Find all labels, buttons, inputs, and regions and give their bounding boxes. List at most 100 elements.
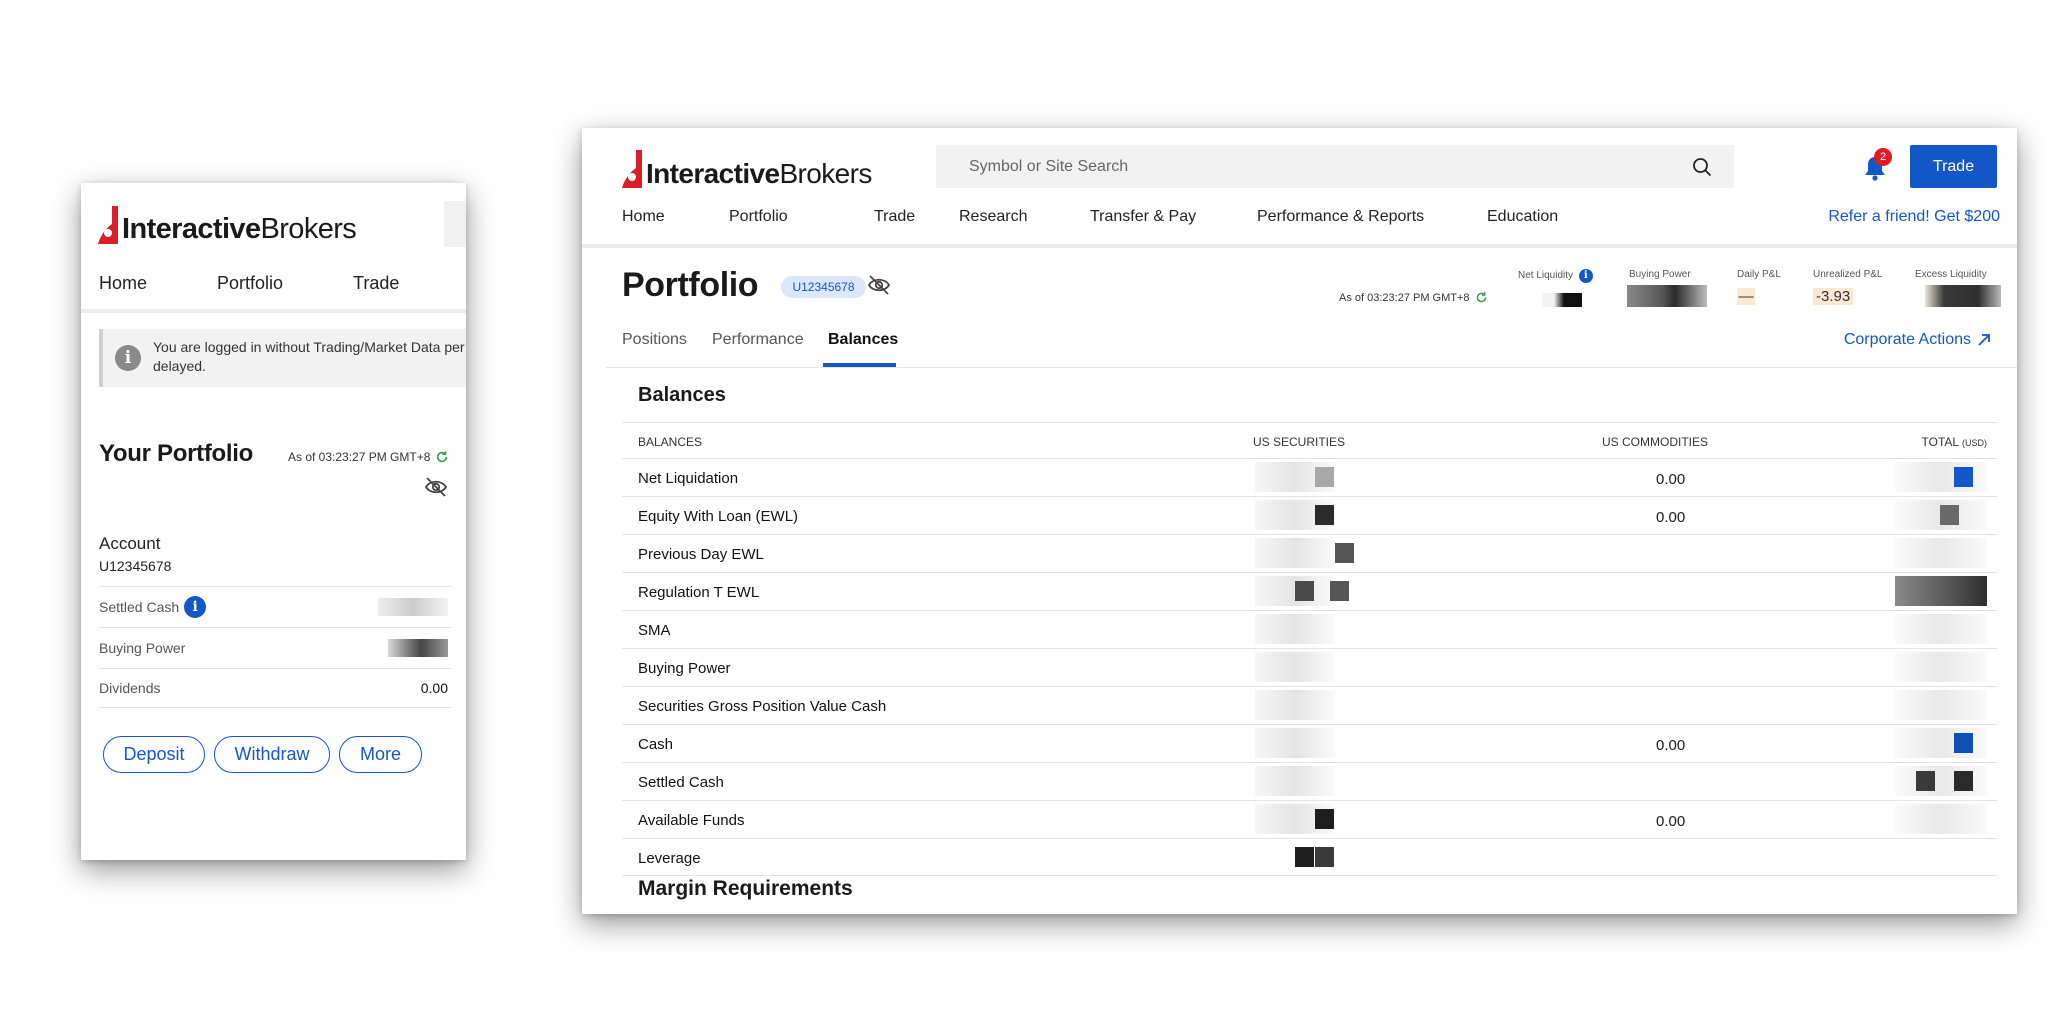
trade-button[interactable]: Trade	[1910, 145, 1997, 188]
account-selector[interactable]: U12345678	[781, 276, 866, 298]
hide-values-icon[interactable]	[424, 476, 448, 498]
hide-values-icon[interactable]	[867, 274, 891, 296]
dividends-row: Dividends 0.00	[99, 668, 451, 708]
unrealized-pnl-metric: Unrealized P&L	[1813, 269, 1883, 280]
redacted-value	[1255, 728, 1335, 758]
redacted-block	[1916, 771, 1935, 791]
page-title: Your Portfolio	[99, 440, 254, 467]
info-icon[interactable]: i	[184, 595, 207, 618]
nav-portfolio[interactable]: Portfolio	[217, 273, 353, 294]
nav-portfolio[interactable]: Portfolio	[729, 208, 874, 226]
row-label: Buying Power	[638, 660, 731, 677]
daily-pnl-value: —	[1737, 288, 1755, 305]
info-icon[interactable]: i	[1578, 269, 1593, 283]
redacted-value	[388, 638, 448, 657]
redacted-block	[1940, 505, 1959, 525]
account-label: Account	[99, 534, 161, 553]
redacted-value	[1255, 652, 1335, 682]
daily-pnl-metric: Daily P&L	[1737, 269, 1781, 280]
row-label: Regulation T EWL	[638, 584, 760, 601]
row-label: Available Funds	[638, 812, 745, 829]
corporate-actions-link[interactable]: Corporate Actions	[1844, 331, 1991, 349]
nav-home[interactable]: Home	[99, 273, 217, 294]
external-arrow-icon	[1978, 334, 1990, 346]
margin-requirements-title: Margin Requirements	[638, 877, 853, 900]
redacted-block	[1315, 467, 1334, 487]
search-placeholder: Symbol or Site Search	[969, 157, 1129, 175]
row-label: Net Liquidation	[638, 470, 739, 487]
net-liquidity-metric: Net Liquidity i	[1518, 269, 1593, 283]
tab-positions[interactable]: Positions	[622, 331, 712, 349]
site-search-input[interactable]: Symbol or Site Search	[936, 145, 1734, 188]
nav-education[interactable]: Education	[1487, 208, 1558, 226]
redacted-value	[1895, 728, 1987, 758]
search-input-stub[interactable]	[444, 201, 466, 247]
redacted-value	[1627, 285, 1707, 307]
tab-balances[interactable]: Balances	[828, 331, 898, 349]
commodities-value: 0.00	[1656, 737, 1686, 754]
redacted-block	[1315, 847, 1334, 867]
buying-power-metric: Buying Power	[1629, 269, 1691, 280]
redacted-value	[1255, 614, 1335, 644]
redacted-block	[1295, 847, 1314, 867]
row-label: Leverage	[638, 850, 701, 867]
withdraw-button[interactable]: Withdraw	[214, 736, 330, 773]
redacted-value	[1895, 462, 1987, 492]
nav-trade[interactable]: Trade	[353, 273, 399, 294]
table-row: Buying Power	[622, 648, 1997, 686]
brand-logo[interactable]: InteractiveBrokers	[622, 150, 872, 188]
table-row: Leverage	[622, 838, 1997, 876]
redacted-value	[1895, 652, 1987, 682]
commodities-value: 0.00	[1656, 509, 1686, 526]
table-row: Cash 0.00	[622, 724, 1997, 762]
redacted-value	[1895, 614, 1987, 644]
redacted-value	[1895, 576, 1987, 606]
info-icon: i	[115, 345, 141, 371]
mobile-portfolio-panel: InteractiveBrokers Home Portfolio Trade …	[81, 183, 466, 860]
nav-divider	[81, 309, 466, 313]
redacted-block	[1315, 809, 1334, 829]
refer-friend-link[interactable]: Refer a friend! Get $200	[1828, 208, 2000, 226]
dividends-value: 0.00	[420, 680, 448, 696]
col-us-commodities: US COMMODITIES	[1602, 435, 1709, 449]
redacted-value	[1895, 804, 1987, 834]
redacted-block	[1330, 581, 1349, 601]
nav-performance-reports[interactable]: Performance & Reports	[1257, 208, 1487, 226]
row-label: SMA	[638, 622, 671, 639]
col-us-securities: US SECURITIES	[1253, 435, 1346, 449]
table-row: Regulation T EWL	[622, 572, 1997, 610]
brand-logo[interactable]: InteractiveBrokers	[98, 206, 357, 244]
row-label: Cash	[638, 736, 674, 753]
redacted-value	[1255, 690, 1335, 720]
more-button[interactable]: More	[339, 736, 422, 773]
row-label: Equity With Loan (EWL)	[638, 508, 799, 525]
unrealized-pnl-value: -3.93	[1813, 288, 1854, 305]
brand-wordmark: InteractiveBrokers	[646, 158, 872, 189]
buying-power-row: Buying Power	[99, 627, 451, 667]
row-label: Previous Day EWL	[638, 546, 764, 563]
refresh-icon[interactable]	[435, 450, 449, 464]
nav-home[interactable]: Home	[622, 208, 729, 226]
refresh-icon[interactable]	[1475, 291, 1488, 304]
page-title: Portfolio	[622, 266, 759, 304]
redacted-value	[1895, 690, 1987, 720]
search-icon[interactable]	[1692, 157, 1712, 177]
brand-mark-icon	[98, 206, 118, 244]
excess-liquidity-metric: Excess Liquidity	[1915, 269, 1987, 280]
redacted-value	[1895, 538, 1987, 568]
main-nav: Home Portfolio Trade Research Transfer &…	[622, 208, 1558, 226]
table-row: Net Liquidation 0.00	[622, 458, 1997, 496]
notification-count-badge: 2	[1874, 148, 1892, 166]
nav-trade[interactable]: Trade	[874, 208, 959, 226]
redacted-value	[1925, 285, 2001, 307]
row-label: Settled Cash	[99, 598, 180, 615]
nav-transfer-pay[interactable]: Transfer & Pay	[1090, 208, 1257, 226]
brand-mark-icon	[622, 150, 642, 188]
deposit-button[interactable]: Deposit	[103, 736, 205, 773]
nav-divider	[582, 244, 2017, 248]
tab-performance[interactable]: Performance	[712, 331, 828, 349]
desktop-portfolio-panel: InteractiveBrokers Symbol or Site Search…	[582, 128, 2017, 914]
balances-section-title: Balances	[638, 384, 726, 406]
redacted-block	[1954, 771, 1973, 791]
nav-research[interactable]: Research	[959, 208, 1090, 226]
